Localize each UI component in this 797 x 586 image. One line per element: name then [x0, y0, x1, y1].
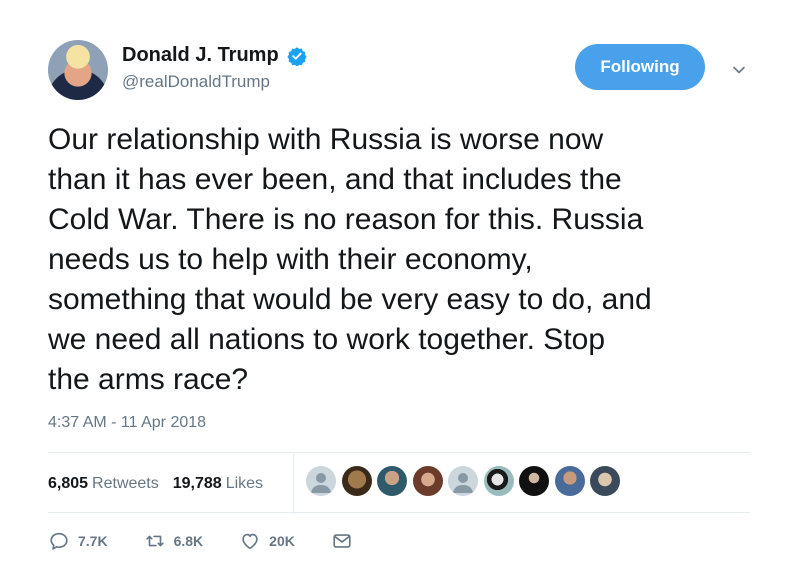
tweet-text: Our relationship with Russia is worse no…: [48, 123, 652, 396]
likes-count: 19,788: [172, 475, 222, 492]
retweets-stat[interactable]: 6,805 Retweets: [48, 475, 159, 493]
like-count: 20K: [269, 533, 295, 549]
liker-avatar[interactable]: [412, 466, 443, 496]
verified-badge-icon: [287, 46, 307, 66]
retweets-count: 6,805: [48, 475, 89, 492]
reply-icon: [50, 532, 68, 550]
following-button[interactable]: Following: [575, 44, 705, 90]
reply-button[interactable]: 7.7K: [48, 530, 108, 552]
tweet-actions: 7.7K 6.8K 20K: [48, 526, 397, 556]
like-button[interactable]: 20K: [239, 530, 295, 552]
liker-avatar[interactable]: [448, 466, 478, 496]
divider: [48, 452, 750, 453]
liker-avatars: [306, 466, 626, 498]
liker-avatar[interactable]: [519, 466, 549, 496]
retweets-label: Retweets: [92, 475, 159, 492]
tweet-header: Donald J. Trump @realDonaldTrump Followi…: [48, 40, 768, 102]
tweet-stats: 6,805 Retweets 19,788 Likes: [48, 466, 277, 502]
display-name[interactable]: Donald J. Trump: [122, 44, 279, 67]
retweet-count: 6.8K: [173, 533, 204, 549]
retweet-button[interactable]: 6.8K: [144, 530, 204, 552]
likes-stat[interactable]: 19,788 Likes: [173, 475, 263, 493]
retweet-icon: [145, 535, 164, 547]
chevron-down-icon[interactable]: [731, 62, 747, 78]
liker-avatar[interactable]: [306, 466, 336, 496]
tweet-timestamp[interactable]: 4:37 AM - 11 Apr 2018: [48, 414, 206, 432]
liker-avatar[interactable]: [377, 466, 407, 496]
liker-avatar[interactable]: [341, 466, 372, 496]
heart-icon: [242, 533, 258, 550]
envelope-icon: [333, 534, 351, 548]
liker-avatar[interactable]: [554, 466, 585, 496]
liker-avatar[interactable]: [483, 466, 514, 496]
direct-message-button[interactable]: [331, 530, 361, 552]
user-handle[interactable]: @realDonaldTrump: [122, 72, 307, 92]
reply-count: 7.7K: [78, 533, 108, 549]
likes-label: Likes: [225, 475, 264, 492]
liker-avatar[interactable]: [590, 466, 620, 496]
divider: [293, 454, 294, 514]
user-name-block[interactable]: Donald J. Trump @realDonaldTrump: [122, 44, 307, 92]
avatar[interactable]: [48, 40, 108, 100]
divider: [48, 512, 750, 513]
